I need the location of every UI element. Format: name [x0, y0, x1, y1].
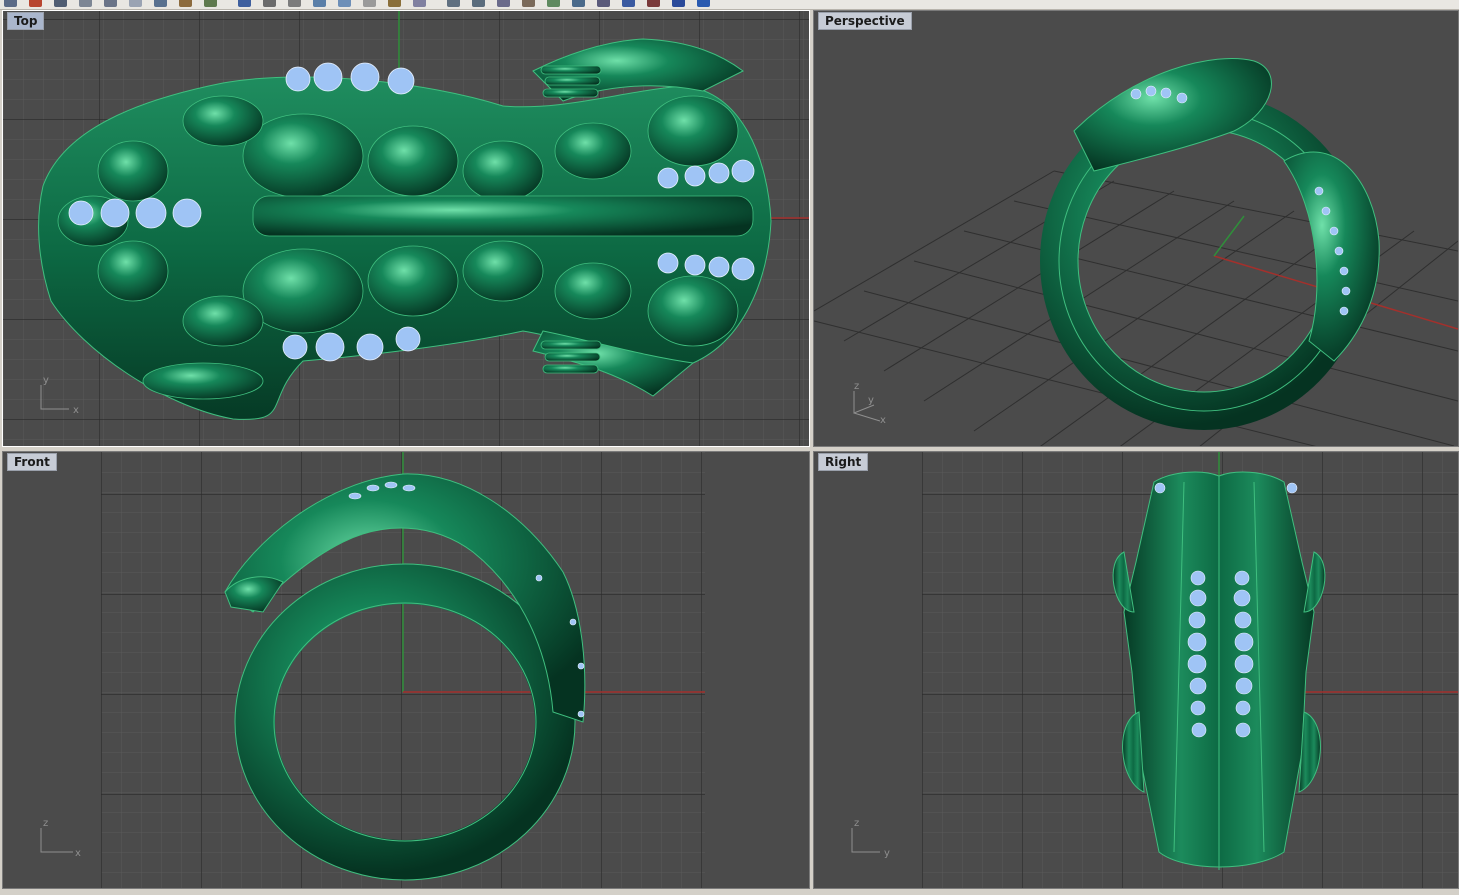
- rotate-view-icon[interactable]: [263, 0, 276, 7]
- zoom-window-icon[interactable]: [313, 0, 326, 7]
- axis-label-h: x: [880, 415, 886, 426]
- zoom-selected-icon[interactable]: [363, 0, 376, 7]
- viewport-right-canvas: z y: [814, 452, 1458, 888]
- render-icon[interactable]: [647, 0, 660, 7]
- zoom-extents-icon[interactable]: [338, 0, 351, 7]
- zoom-icon[interactable]: [288, 0, 301, 7]
- viewport-top-canvas: y x: [3, 11, 809, 446]
- viewport-front-canvas: z x: [3, 452, 809, 888]
- paste-icon[interactable]: [154, 0, 167, 7]
- grid-icon[interactable]: [413, 0, 426, 7]
- redo-icon[interactable]: [204, 0, 217, 7]
- print-icon[interactable]: [79, 0, 92, 7]
- viewport-perspective[interactable]: Perspective z y x: [813, 10, 1459, 447]
- circle-icon[interactable]: [497, 0, 510, 7]
- axis-label-h: x: [73, 405, 79, 416]
- curve-icon[interactable]: [472, 0, 485, 7]
- undo-icon[interactable]: [179, 0, 192, 7]
- arc-icon[interactable]: [522, 0, 535, 7]
- open-file-icon[interactable]: [29, 0, 42, 7]
- named-views-icon[interactable]: [388, 0, 401, 7]
- viewport-title-right[interactable]: Right: [818, 453, 869, 471]
- help-icon[interactable]: [697, 0, 710, 7]
- rectangle-icon[interactable]: [547, 0, 560, 7]
- viewport-title-top[interactable]: Top: [7, 12, 45, 30]
- viewport-right[interactable]: Right z y: [813, 451, 1459, 889]
- pan-icon[interactable]: [238, 0, 251, 7]
- save-icon[interactable]: [54, 0, 67, 7]
- axis-label-h: y: [884, 848, 890, 859]
- shade-icon[interactable]: [622, 0, 635, 7]
- axis-label-d: y: [868, 395, 874, 406]
- point-icon[interactable]: [447, 0, 460, 7]
- color-icon[interactable]: [672, 0, 685, 7]
- surface-icon[interactable]: [572, 0, 585, 7]
- viewport-title-perspective[interactable]: Perspective: [818, 12, 912, 30]
- solid-icon[interactable]: [597, 0, 610, 7]
- axis-label-v: z: [43, 818, 48, 829]
- viewport-top[interactable]: Top y x: [2, 10, 810, 447]
- axis-label-h: x: [75, 848, 81, 859]
- cut-icon[interactable]: [104, 0, 117, 7]
- new-file-icon[interactable]: [4, 0, 17, 7]
- axis-label-v: z: [854, 818, 859, 829]
- axis-label-v: y: [43, 375, 49, 386]
- axis-label-v: z: [854, 381, 859, 392]
- copy-icon[interactable]: [129, 0, 142, 7]
- viewport-title-front[interactable]: Front: [7, 453, 57, 471]
- viewport-front[interactable]: Front z x: [2, 451, 810, 889]
- viewport-perspective-canvas: z y x: [814, 11, 1458, 446]
- toolbar: [0, 0, 1459, 10]
